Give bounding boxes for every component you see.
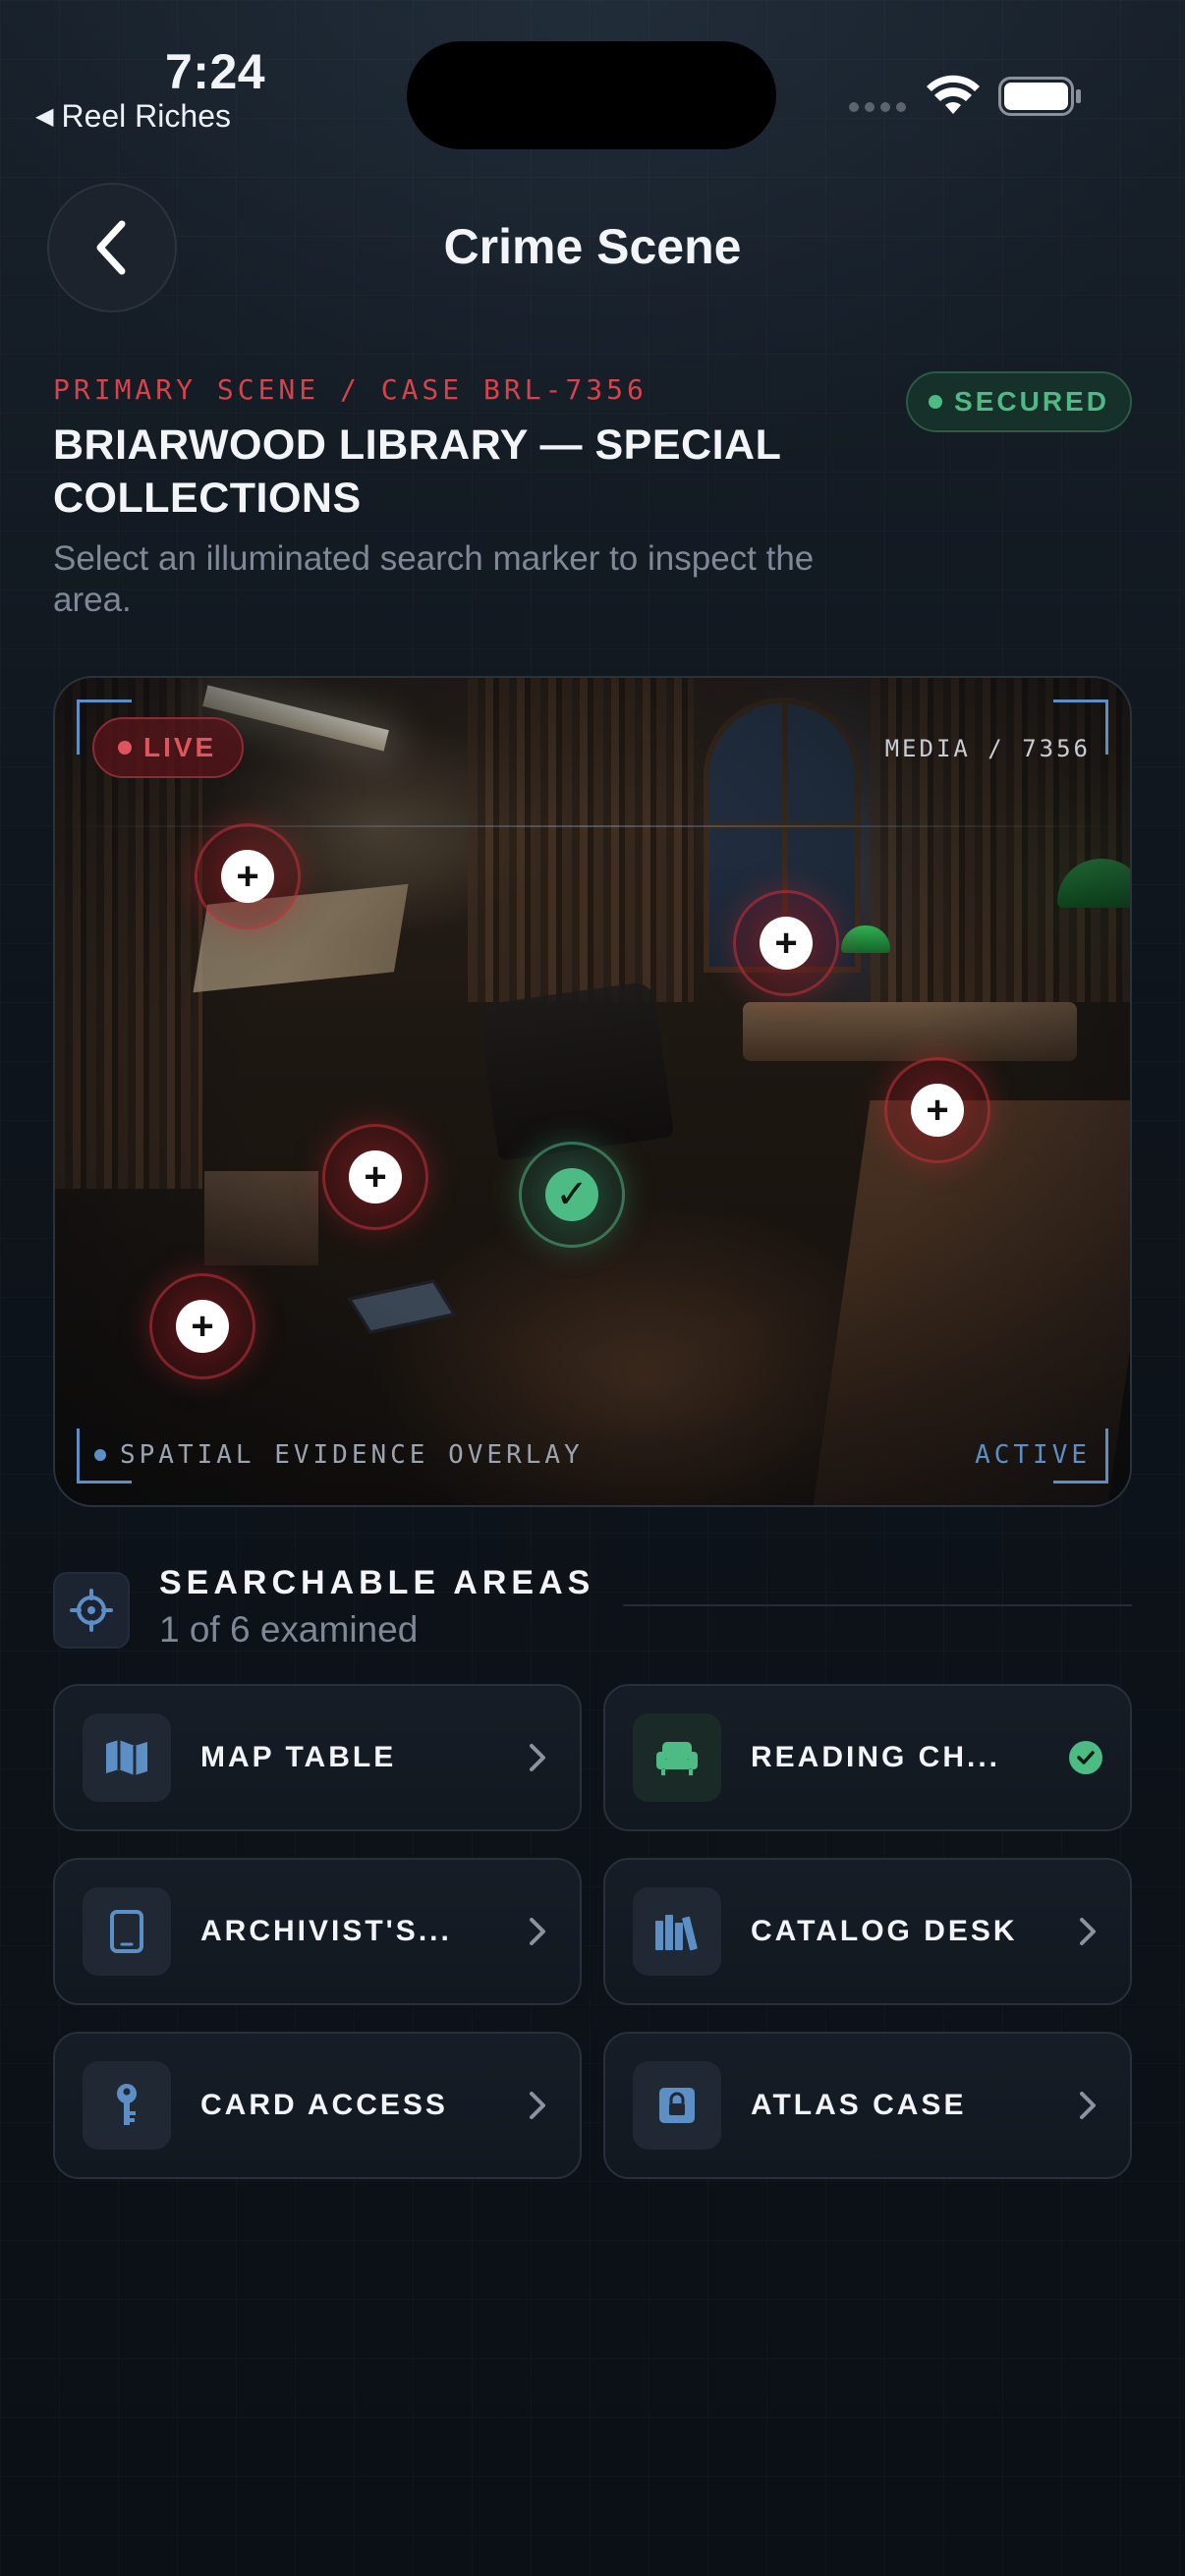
cellular-signal-icon: [849, 102, 906, 112]
wifi-icon: [927, 75, 980, 114]
key-icon: [83, 2061, 171, 2150]
area-card-label: ARCHIVIST'S...: [200, 1915, 452, 1947]
area-card-label: MAP TABLE: [200, 1741, 397, 1773]
overlay-label: SPATIAL EVIDENCE OVERLAY: [94, 1440, 584, 1470]
case-reference: PRIMARY SCENE / CASE BRL-7356: [53, 373, 648, 406]
armchair-icon: [633, 1713, 721, 1802]
crime-scene-view[interactable]: LIVE MEDIA / 7356 + + + + ✓ + SPATIAL EV…: [53, 676, 1132, 1507]
checkmark-circle-icon: [1069, 1741, 1102, 1774]
area-card-atlas-case[interactable]: ATLAS CASE: [603, 2032, 1132, 2179]
overlay-dot-icon: [94, 1449, 106, 1461]
search-marker[interactable]: +: [884, 1057, 990, 1163]
chevron-right-icon: [523, 1912, 552, 1951]
section-divider: [623, 1604, 1132, 1606]
search-marker[interactable]: +: [195, 823, 301, 929]
overlay-label-text: SPATIAL EVIDENCE OVERLAY: [120, 1440, 584, 1470]
status-badge-label: SECURED: [954, 386, 1109, 417]
crosshair-icon: [53, 1572, 130, 1649]
instruction-text: Select an illuminated search marker to i…: [53, 539, 815, 619]
plus-icon: +: [176, 1300, 229, 1353]
area-card-archivists[interactable]: ARCHIVIST'S...: [53, 1858, 582, 2005]
live-label: LIVE: [143, 732, 217, 762]
area-card-label: ATLAS CASE: [751, 2089, 967, 2121]
status-time: 7:24: [165, 44, 266, 99]
plus-icon: +: [349, 1150, 402, 1204]
examined-count: 1 of 6 examined: [159, 1609, 419, 1650]
tablet-icon: [83, 1887, 171, 1976]
plus-icon: +: [911, 1084, 964, 1137]
chevron-right-icon: [1073, 1912, 1102, 1951]
chevron-right-icon: [523, 2086, 552, 2125]
media-id: MEDIA / 7356: [884, 735, 1091, 762]
area-card-label: CARD ACCESS: [200, 2089, 448, 2121]
dynamic-island: [407, 41, 776, 149]
map-icon: [83, 1713, 171, 1802]
area-card-label: CATALOG DESK: [751, 1915, 1018, 1947]
search-marker-examined[interactable]: ✓: [519, 1142, 625, 1248]
search-marker[interactable]: +: [322, 1124, 428, 1230]
plus-icon: +: [221, 850, 274, 903]
search-marker[interactable]: +: [733, 890, 839, 996]
status-badge: SECURED: [906, 371, 1132, 432]
plus-icon: +: [760, 917, 813, 970]
page-title: Crime Scene: [443, 219, 742, 274]
chevron-right-icon: [1073, 2086, 1102, 2125]
overlay-state: ACTIVE: [975, 1440, 1091, 1470]
back-app-label: Reel Riches: [61, 98, 231, 134]
battery-icon: [998, 77, 1081, 116]
scan-line: [55, 825, 1130, 827]
books-icon: [633, 1887, 721, 1976]
checkmark-icon: ✓: [545, 1168, 598, 1221]
area-card-catalog-desk[interactable]: CATALOG DESK: [603, 1858, 1132, 2005]
lock-icon: [633, 2061, 721, 2150]
location-title: BRIARWOOD LIBRARY — SPECIAL COLLECTIONS: [53, 421, 781, 522]
area-card-map-table[interactable]: MAP TABLE: [53, 1684, 582, 1831]
search-marker[interactable]: +: [149, 1273, 255, 1379]
status-dot-icon: [929, 395, 943, 409]
area-card-card-access[interactable]: CARD ACCESS: [53, 2032, 582, 2179]
back-triangle-icon: ◀: [35, 103, 54, 130]
chevron-right-icon: [523, 1738, 552, 1777]
live-badge: LIVE: [92, 717, 245, 778]
section-title: SEARCHABLE AREAS: [159, 1564, 595, 1601]
area-card-label: READING CH...: [751, 1741, 1001, 1773]
live-dot-icon: [118, 741, 132, 755]
back-to-app-link[interactable]: ◀ Reel Riches: [35, 98, 231, 135]
area-card-reading-chair[interactable]: READING CH...: [603, 1684, 1132, 1831]
